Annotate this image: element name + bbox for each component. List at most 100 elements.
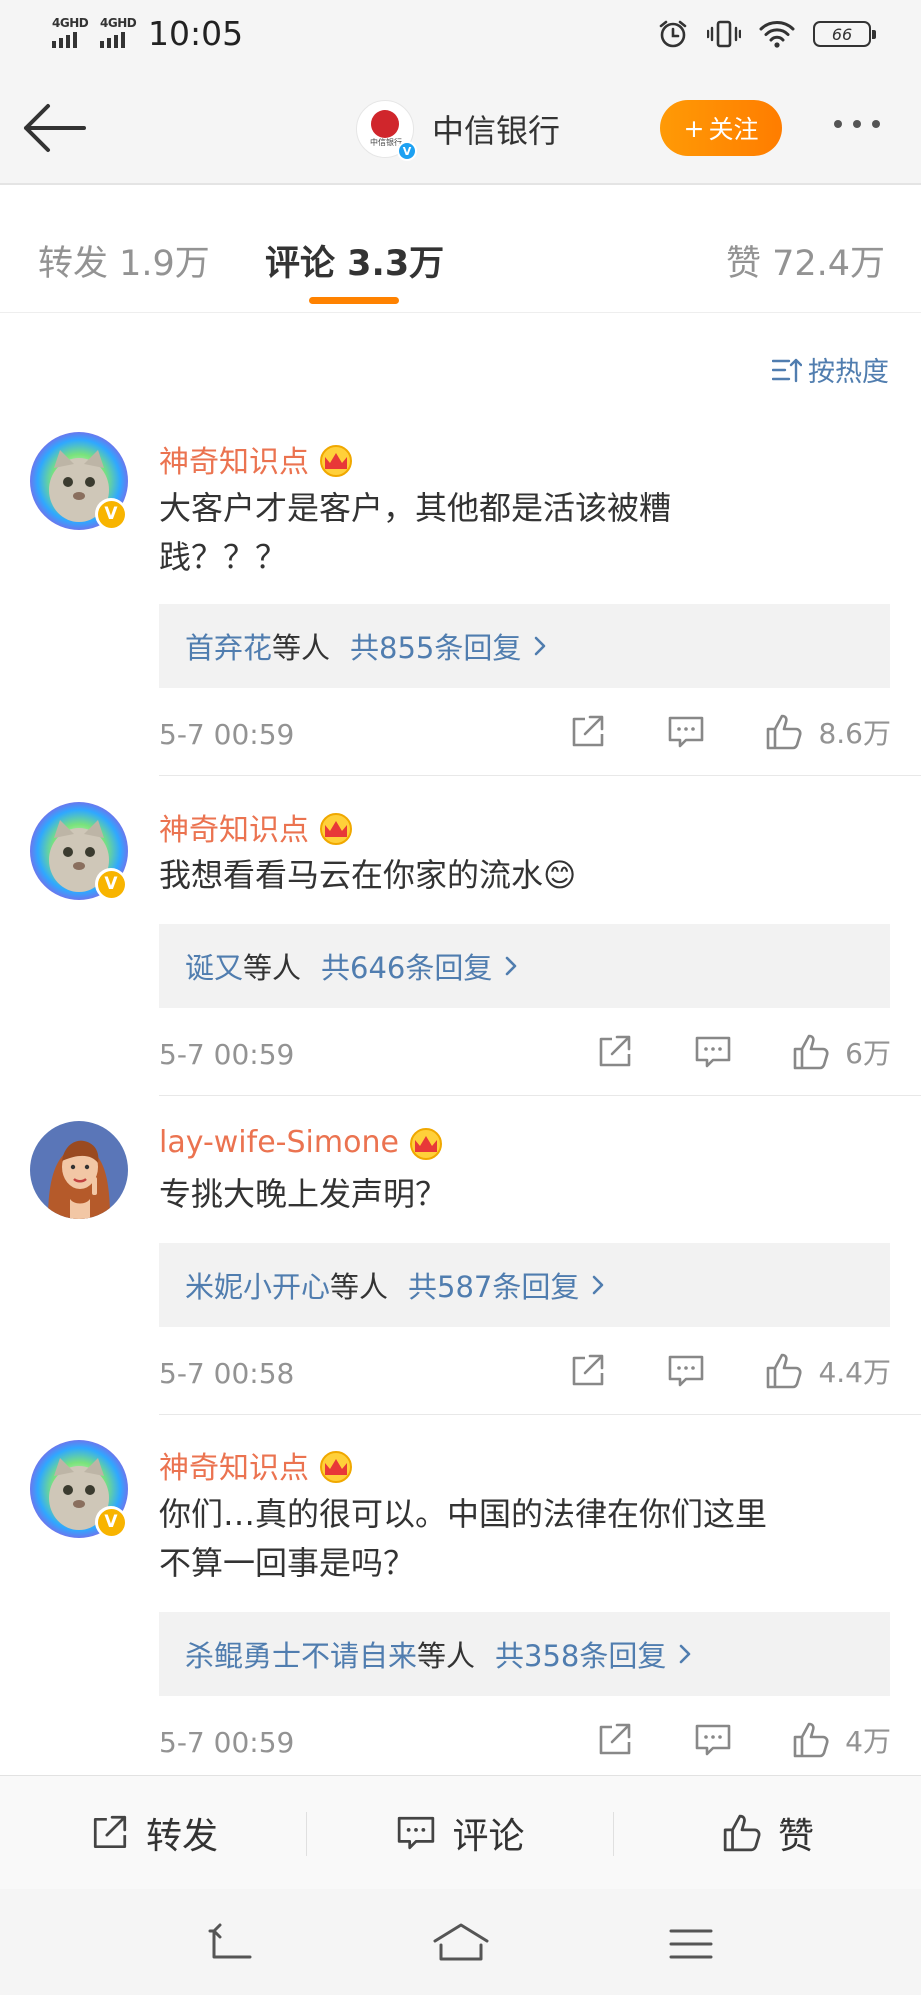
- reply-icon[interactable]: [693, 1033, 733, 1071]
- chevron-right-icon: [593, 1275, 604, 1295]
- comment-text: 专挑大晚上发声明？: [159, 1175, 448, 1213]
- verified-badge-icon: V: [397, 141, 417, 161]
- comment-divider: [159, 1414, 921, 1415]
- comment-date: 5-7 00:59: [159, 1038, 295, 1071]
- system-back-icon[interactable]: [200, 1919, 260, 1969]
- replies-summary[interactable]: 诞又 等人 共646条回复: [159, 924, 890, 1008]
- top-nav-header: 中信银行 V 中信银行 + 关注: [0, 70, 921, 185]
- share-icon[interactable]: [595, 1033, 635, 1071]
- bank-emblem: [371, 110, 399, 138]
- comment-button[interactable]: 评论: [306, 1776, 613, 1890]
- tab-comment[interactable]: 评论 3.3万: [265, 235, 444, 286]
- reply-count: 共646条回复: [321, 951, 493, 985]
- woman-avatar-image: [30, 1121, 128, 1219]
- verified-badge-icon: V: [95, 498, 127, 530]
- comment-username[interactable]: 神奇知识点: [159, 1443, 355, 1487]
- share-icon: [93, 1815, 127, 1849]
- verified-badge-icon: V: [95, 868, 127, 900]
- like-label: 赞: [777, 1816, 814, 1857]
- share-icon[interactable]: [568, 1352, 608, 1390]
- thumbs-up-icon: [723, 1814, 761, 1852]
- avatar[interactable]: [30, 1121, 128, 1219]
- replies-summary[interactable]: 杀鲲勇士不请自来 等人 共358条回复: [159, 1612, 890, 1696]
- reply-users: 米妮小开心: [185, 1270, 331, 1304]
- reply-etc: 等人: [417, 1639, 476, 1673]
- comment-divider: [159, 1095, 921, 1096]
- back-arrow-icon[interactable]: [22, 98, 88, 158]
- bank-logo-avatar[interactable]: 中信银行 V: [356, 100, 417, 161]
- vibrate-icon: [707, 20, 741, 48]
- thumbs-up-icon[interactable]: [764, 713, 804, 751]
- more-options-icon[interactable]: [834, 120, 880, 128]
- repost-label: 转发: [145, 1816, 218, 1857]
- thumbs-up-icon[interactable]: [764, 1352, 804, 1390]
- comment-text: 你们…真的很可以。中国的法律在你们这里不算一回事是吗？: [159, 1495, 768, 1582]
- comment-divider: [159, 775, 921, 776]
- follow-button-label: 关注: [708, 115, 759, 144]
- comment-text: 我想看看马云在你家的流水😊: [159, 856, 577, 894]
- sort-by-hot-button[interactable]: 按热度: [772, 350, 889, 389]
- reply-etc: 等人: [330, 1270, 389, 1304]
- reply-count: 共855条回复: [350, 631, 522, 665]
- signal-label: 4GHD: [100, 16, 137, 30]
- sort-label: 按热度: [808, 357, 889, 388]
- system-menu-icon[interactable]: [661, 1919, 721, 1969]
- like-count: 4万: [845, 1725, 891, 1758]
- reply-users: 杀鲲勇士不请自来: [185, 1639, 418, 1673]
- page-title: 中信银行: [432, 112, 561, 150]
- like-count: 4.4万: [818, 1356, 891, 1389]
- status-bar: 4GHD 4GHD 10:05 66: [0, 0, 921, 70]
- vip-crown-icon: [320, 445, 352, 477]
- bottom-action-bar: 转发 评论 赞: [0, 1775, 921, 1889]
- active-tab-indicator: [309, 297, 399, 304]
- verified-badge-icon: V: [95, 1506, 127, 1538]
- chevron-right-icon: [506, 956, 517, 976]
- system-navigation-bar: [0, 1889, 921, 1995]
- reply-icon[interactable]: [693, 1721, 733, 1759]
- tab-repost[interactable]: 转发 1.9万: [38, 235, 210, 286]
- tab-bar: 转发 1.9万 评论 3.3万 赞 72.4万: [0, 185, 921, 313]
- tab-like[interactable]: 赞 72.4万: [726, 235, 885, 286]
- comment-date: 5-7 00:59: [159, 718, 295, 751]
- repost-button[interactable]: 转发: [0, 1776, 306, 1890]
- alarm-icon: [659, 20, 687, 48]
- wifi-icon: [759, 21, 795, 48]
- battery-indicator: 66: [813, 21, 876, 47]
- comment-username[interactable]: lay-wife-Simone: [159, 1124, 445, 1160]
- comment-username[interactable]: 神奇知识点: [159, 437, 355, 481]
- vip-crown-icon: [409, 1128, 442, 1160]
- signal-icon: 4GHD: [48, 16, 92, 50]
- signal-label: 4GHD: [52, 16, 89, 30]
- replies-summary[interactable]: 首弃花 等人 共855条回复: [159, 604, 890, 688]
- like-count: 6万: [845, 1037, 891, 1070]
- sort-icon: [772, 358, 802, 382]
- comment-icon: [398, 1816, 435, 1850]
- plus-icon: +: [683, 113, 705, 143]
- reply-users: 首弃花: [185, 631, 273, 665]
- chevron-right-icon: [680, 1644, 691, 1664]
- share-icon[interactable]: [595, 1721, 635, 1759]
- comment-date: 5-7 00:59: [159, 1726, 295, 1759]
- comment-text: 大客户才是客户，其他都是活该被糟践？？？: [159, 489, 672, 576]
- reply-icon[interactable]: [666, 713, 706, 751]
- reply-icon[interactable]: [666, 1352, 706, 1390]
- clock-time: 10:05: [148, 14, 244, 53]
- like-count: 8.6万: [818, 717, 891, 750]
- follow-button[interactable]: + 关注: [660, 100, 782, 156]
- replies-summary[interactable]: 米妮小开心 等人 共587条回复: [159, 1243, 890, 1327]
- reply-users: 诞又: [185, 951, 244, 985]
- comment-date: 5-7 00:58: [159, 1357, 295, 1390]
- chevron-right-icon: [535, 636, 546, 656]
- system-home-icon[interactable]: [431, 1919, 491, 1969]
- reply-etc: 等人: [243, 951, 302, 985]
- thumbs-up-icon[interactable]: [791, 1721, 831, 1759]
- signal-icon: 4GHD: [96, 16, 140, 50]
- share-icon[interactable]: [568, 713, 608, 751]
- vip-crown-icon: [320, 1451, 352, 1483]
- reply-etc: 等人: [272, 631, 331, 665]
- comment-username[interactable]: 神奇知识点: [159, 805, 355, 849]
- like-button[interactable]: 赞: [613, 1776, 921, 1890]
- comment-label: 评论: [452, 1816, 525, 1857]
- thumbs-up-icon[interactable]: [791, 1033, 831, 1071]
- vip-crown-icon: [320, 813, 352, 845]
